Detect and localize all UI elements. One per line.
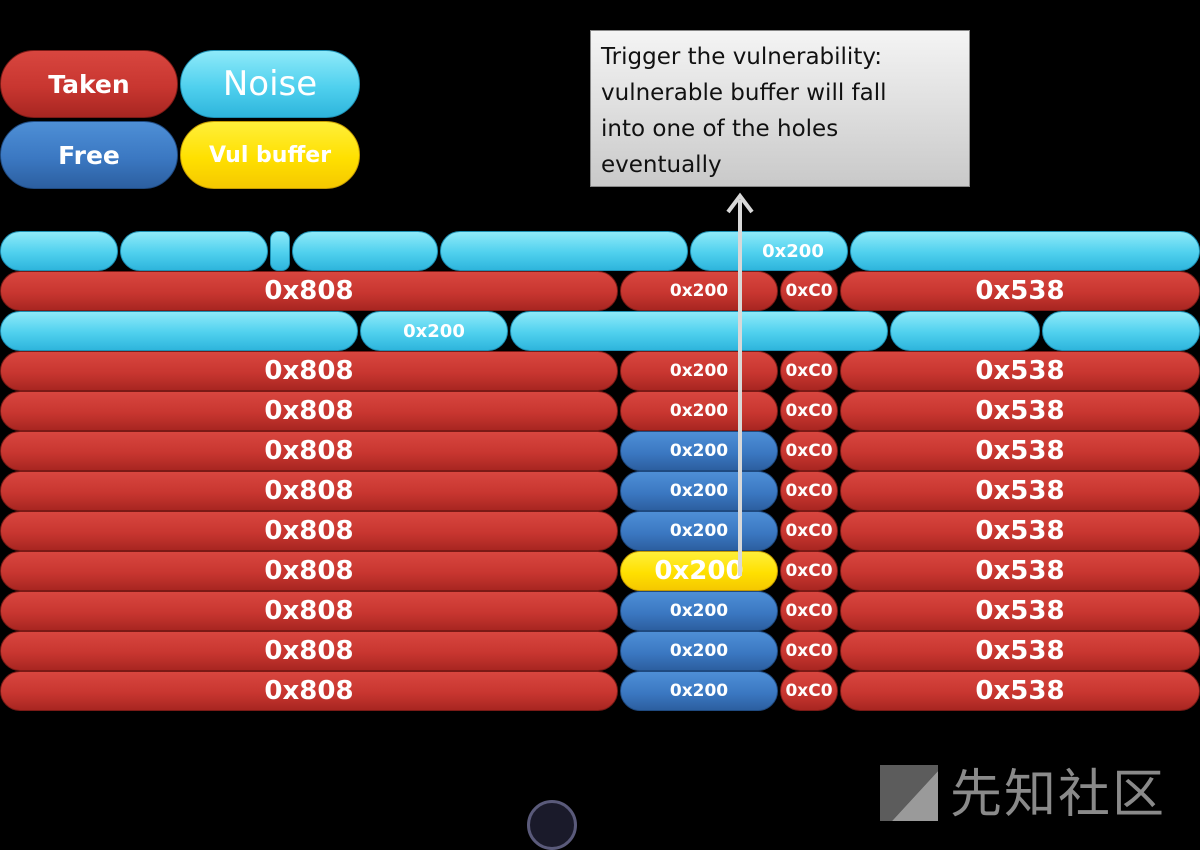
watermark-logo-icon	[880, 764, 938, 821]
watermark-text: 先知社区	[950, 765, 1167, 825]
arrow-up-icon	[726, 192, 754, 576]
bottom-circle-icon	[527, 800, 577, 850]
watermark: 先知社区	[878, 752, 1166, 827]
